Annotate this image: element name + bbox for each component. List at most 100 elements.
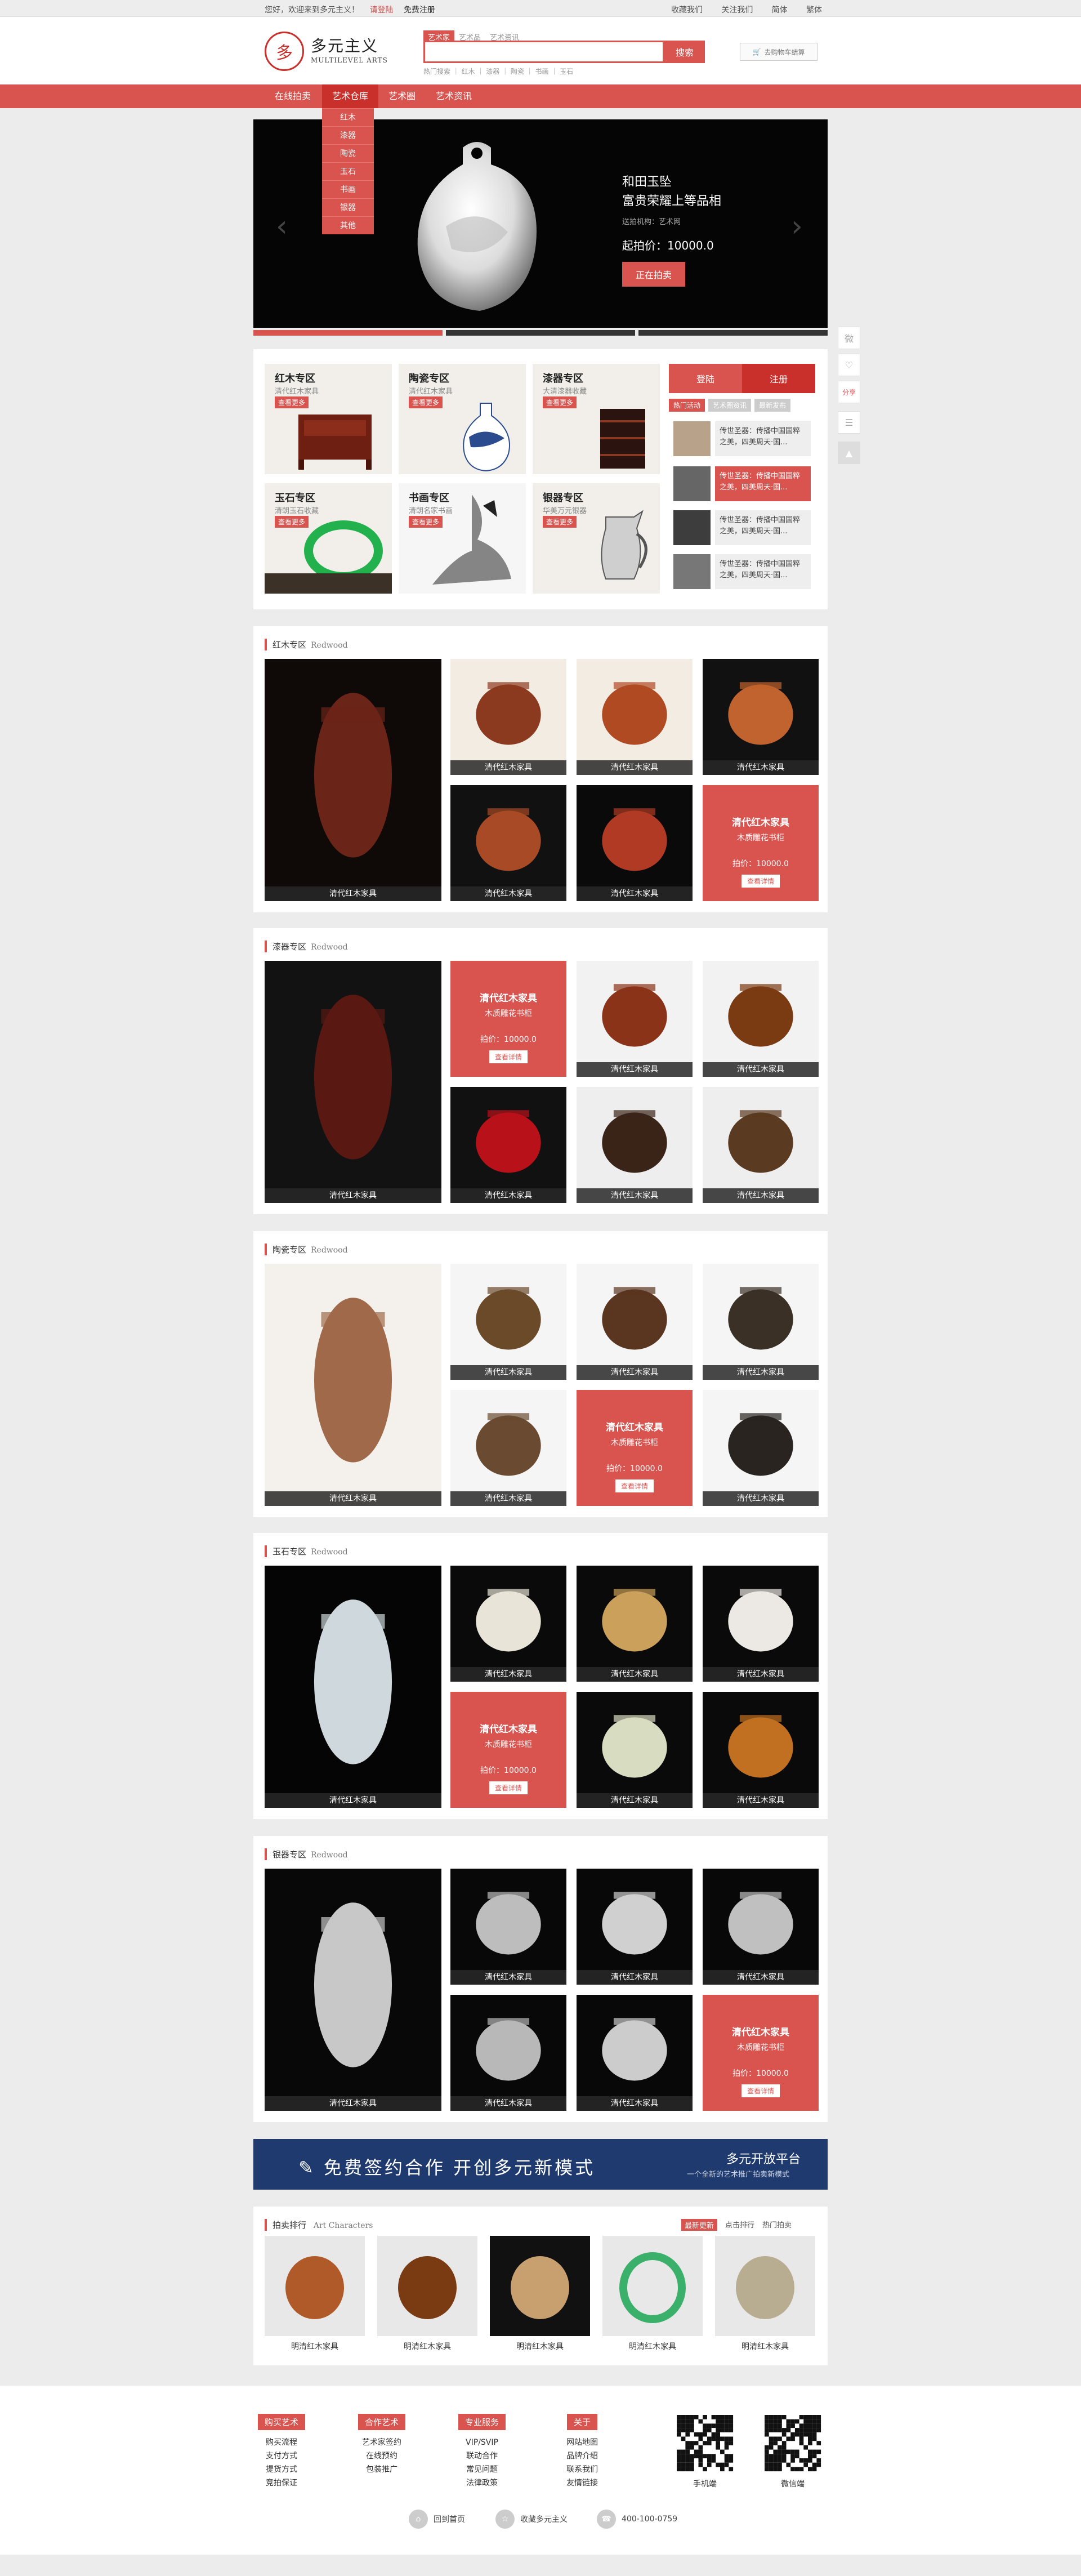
ranking-tab-latest[interactable]: 最新更新 — [681, 2219, 718, 2231]
dropdown-item-silver[interactable]: 银器 — [322, 198, 374, 216]
search-button[interactable]: 搜索 — [664, 41, 705, 63]
promo-detail-button[interactable]: 查看详情 — [489, 1781, 528, 1794]
product-tile[interactable]: 清代红木家具 — [577, 1087, 693, 1203]
product-tile[interactable]: 清代红木家具 — [577, 961, 693, 1077]
footer-link[interactable]: 品牌介绍 — [548, 2449, 616, 2463]
product-tile[interactable]: 清代红木家具 — [703, 1087, 819, 1203]
side-share-button[interactable]: 分享 — [838, 381, 860, 403]
hot-search-words[interactable]: 热门搜索 ｜ 红木 ｜ 漆器 ｜ 陶瓷 ｜ 书画 ｜ 玉石 — [423, 66, 573, 76]
promo-detail-button[interactable]: 查看详情 — [615, 1479, 654, 1492]
hot-tab-latest[interactable]: 最新发布 — [754, 399, 791, 412]
top-link-favorite[interactable]: 收藏我们 — [671, 4, 703, 15]
product-tile[interactable]: 清代红木家具 — [577, 785, 693, 901]
dropdown-item-ceramics[interactable]: 陶瓷 — [322, 144, 374, 162]
product-tile[interactable]: 清代红木家具 — [577, 659, 693, 775]
ranking-tab-clicks[interactable]: 点击排行 — [725, 2219, 754, 2231]
top-link-simplified[interactable]: 简体 — [772, 4, 788, 15]
footer-link[interactable]: 艺术家签约 — [348, 2436, 416, 2449]
product-tile[interactable]: 清代红木家具 — [450, 1087, 566, 1203]
product-tile[interactable]: 清代红木家具 — [703, 1264, 819, 1380]
footer-link[interactable]: 联系我们 — [548, 2463, 616, 2476]
footer-link[interactable]: 友情链接 — [548, 2476, 616, 2490]
cart-button[interactable]: 🛒 去购物车结算 — [740, 43, 818, 61]
nav-item-art-warehouse[interactable]: 艺术仓库 — [322, 84, 379, 108]
product-tile[interactable]: 清代红木家具 — [265, 961, 441, 1203]
ranking-item-image[interactable] — [265, 2236, 365, 2336]
ranking-item-image[interactable] — [715, 2236, 815, 2336]
product-tile[interactable]: 清代红木家具 — [450, 659, 566, 775]
banner-indicator-2[interactable] — [446, 330, 635, 336]
product-tile[interactable]: 清代红木家具 — [577, 1566, 693, 1682]
product-tile[interactable]: 清代红木家具 — [450, 1264, 566, 1380]
dropdown-item-painting[interactable]: 书画 — [322, 180, 374, 198]
footer-link[interactable]: 提货方式 — [248, 2463, 315, 2476]
category-lacquer[interactable]: 漆器专区 大清漆器收藏 查看更多 — [533, 364, 660, 474]
footer-home-link[interactable]: ⌂ 回到首页 — [409, 2510, 465, 2529]
product-tile[interactable]: 清代红木家具 — [577, 1264, 693, 1380]
product-tile[interactable]: 清代红木家具 — [450, 1566, 566, 1682]
banner-next-arrow[interactable]: › — [791, 210, 803, 243]
category-jade[interactable]: 玉石专区 清朝玉石收藏 查看更多 — [265, 483, 392, 594]
product-tile[interactable]: 清代红木家具 — [577, 1869, 693, 1985]
hot-tab-activities[interactable]: 热门活动 — [669, 399, 705, 412]
ranking-tab-hot[interactable]: 热门拍卖 — [762, 2219, 792, 2231]
side-top-button[interactable]: ▲ — [838, 442, 860, 464]
footer-link[interactable]: 网站地图 — [548, 2436, 616, 2449]
hot-tab-circle-news[interactable]: 艺术圈资讯 — [708, 399, 752, 412]
dropdown-item-jade[interactable]: 玉石 — [322, 162, 374, 180]
promo-tile[interactable]: 清代红木家具 木质雕花书柜 拍价：10000.0 查看详情 — [450, 961, 566, 1077]
promo-detail-button[interactable]: 查看详情 — [741, 2084, 780, 2097]
promo-detail-button[interactable]: 查看详情 — [489, 1050, 528, 1063]
signup-ad-banner[interactable]: ✎ 免费签约合作 开创多元新模式 多元开放平台 一个全新的艺术推广拍卖新模式 — [253, 2139, 828, 2190]
footer-link[interactable]: 竞拍保证 — [248, 2476, 315, 2490]
logo-seal-icon[interactable]: 多 — [265, 32, 304, 71]
category-more-button[interactable]: 查看更多 — [275, 396, 309, 408]
footer-link[interactable]: 联动合作 — [448, 2449, 516, 2463]
footer-link[interactable]: VIP/SVIP — [448, 2436, 516, 2449]
product-tile[interactable]: 清代红木家具 — [450, 1995, 566, 2111]
side-favorite-button[interactable]: ♡ — [838, 354, 860, 376]
banner-auction-button[interactable]: 正在拍卖 — [622, 262, 686, 287]
hot-item[interactable]: 传世圣器：传播中国国粹之美，四美周天·国... — [673, 466, 811, 501]
ranking-item-image[interactable] — [490, 2236, 590, 2336]
nav-item-art-circle[interactable]: 艺术圈 — [378, 84, 426, 108]
category-more-button[interactable]: 查看更多 — [275, 516, 309, 528]
category-redwood[interactable]: 红木专区 清代红木家具 查看更多 — [265, 364, 392, 474]
register-button[interactable]: 注册 — [742, 364, 815, 393]
footer-link[interactable]: 购买流程 — [248, 2436, 315, 2449]
category-painting[interactable]: 书画专区 清朝名家书画 查看更多 — [399, 483, 526, 594]
login-link[interactable]: 请登陆 — [369, 6, 393, 15]
category-silver[interactable]: 银器专区 华美万元银器 查看更多 — [533, 483, 660, 594]
top-link-follow[interactable]: 关注我们 — [721, 4, 753, 15]
product-tile[interactable]: 清代红木家具 — [577, 1995, 693, 2111]
banner-prev-arrow[interactable]: ‹ — [276, 210, 288, 243]
product-tile[interactable]: 清代红木家具 — [703, 1566, 819, 1682]
login-button[interactable]: 登陆 — [669, 364, 742, 393]
side-feedback-button[interactable]: ☰ — [838, 411, 860, 434]
banner-indicator-1[interactable] — [253, 330, 443, 336]
hot-item[interactable]: 传世圣器：传播中国国粹之美，四美周天·国... — [673, 554, 811, 589]
dropdown-item-redwood[interactable]: 红木 — [322, 108, 374, 126]
footer-link[interactable]: 支付方式 — [248, 2449, 315, 2463]
ranking-item-image[interactable] — [602, 2236, 703, 2336]
side-wechat-button[interactable]: 微 — [838, 327, 860, 349]
search-input[interactable] — [423, 41, 664, 63]
category-more-button[interactable]: 查看更多 — [543, 516, 577, 528]
footer-link[interactable]: 包装推广 — [348, 2463, 416, 2476]
ranking-item-image[interactable] — [377, 2236, 477, 2336]
register-link[interactable]: 免费注册 — [404, 6, 435, 15]
logo-chinese[interactable]: 多元主义 — [311, 34, 378, 56]
product-tile[interactable]: 清代红木家具 — [703, 961, 819, 1077]
product-tile[interactable]: 清代红木家具 — [450, 785, 566, 901]
hot-item[interactable]: 传世圣器：传播中国国粹之美，四美周天·国... — [673, 421, 811, 456]
banner-indicator-3[interactable] — [638, 330, 828, 336]
product-tile[interactable]: 清代红木家具 — [703, 1390, 819, 1506]
promo-tile[interactable]: 清代红木家具 木质雕花书柜 拍价：10000.0 查看详情 — [577, 1390, 693, 1506]
category-more-button[interactable]: 查看更多 — [409, 516, 443, 528]
product-tile[interactable]: 清代红木家具 — [703, 1869, 819, 1985]
category-more-button[interactable]: 查看更多 — [543, 396, 577, 408]
footer-favorite-link[interactable]: ☆ 收藏多元主义 — [495, 2510, 568, 2529]
promo-tile[interactable]: 清代红木家具 木质雕花书柜 拍价：10000.0 查看详情 — [703, 1995, 819, 2111]
dropdown-item-other[interactable]: 其他 — [322, 216, 374, 234]
hot-item[interactable]: 传世圣器：传播中国国粹之美，四美周天·国... — [673, 510, 811, 545]
